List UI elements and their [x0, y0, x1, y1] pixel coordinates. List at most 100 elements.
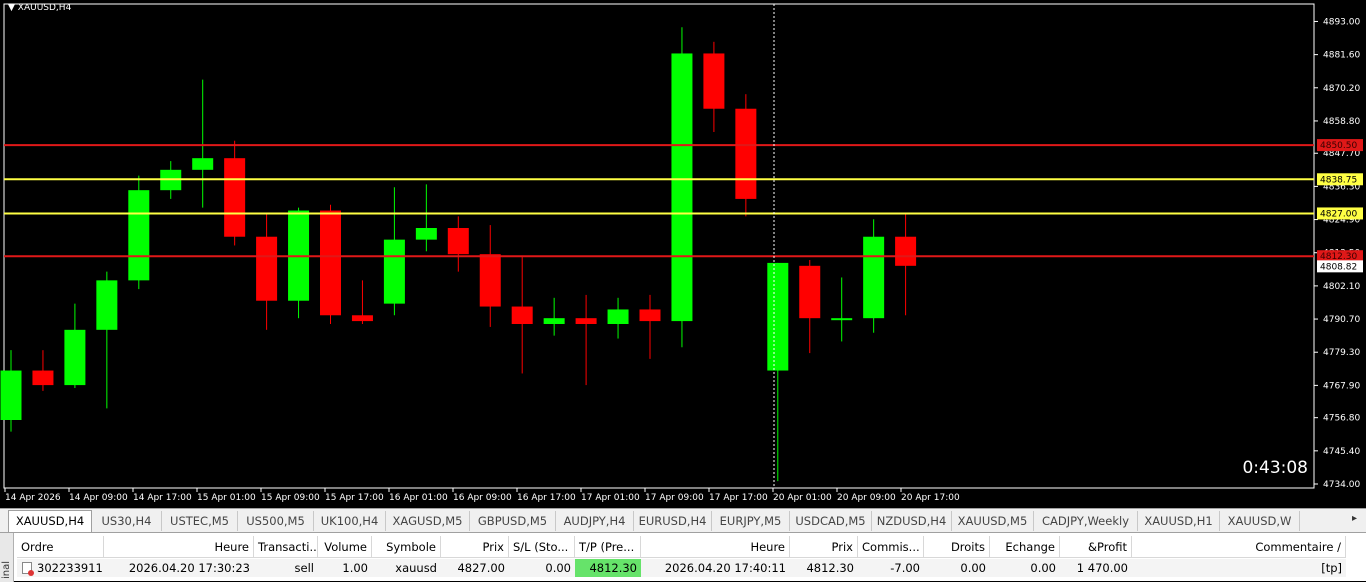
- tab-xauusd-w[interactable]: XAUUSD,W: [1220, 511, 1300, 531]
- tab-gbpusd-m5[interactable]: GBPUSD,M5: [470, 511, 556, 531]
- price-level-label: 4838.75: [1320, 175, 1357, 185]
- y-tick-label: 4790.70: [1323, 315, 1360, 325]
- y-tick-label: 4779.30: [1323, 348, 1360, 358]
- table-cell: 1.00: [318, 559, 372, 577]
- y-tick-label: 4858.80: [1323, 117, 1360, 127]
- column-header[interactable]: Commentaire /: [1132, 536, 1346, 558]
- tab-eurjpy-m5[interactable]: EURJPY,M5: [712, 511, 790, 531]
- x-tick-label: 15 Apr 17:00: [325, 493, 384, 503]
- y-tick-label: 4767.90: [1323, 381, 1360, 391]
- table-cell: 4812.30: [790, 559, 858, 577]
- tab-xauusd-h1[interactable]: XAUUSD,H1: [1138, 511, 1220, 531]
- column-header[interactable]: Volume: [318, 536, 372, 558]
- tab-xagusd-m5[interactable]: XAGUSD,M5: [386, 511, 470, 531]
- x-tick-label: 16 Apr 09:00: [453, 493, 512, 503]
- column-header[interactable]: Ordre: [17, 536, 104, 558]
- table-cell: sell: [254, 559, 318, 577]
- table-cell: -7.00: [858, 559, 924, 577]
- column-header[interactable]: Droits: [924, 536, 990, 558]
- chart-area[interactable]: 4893.00 4881.60 4870.20 4858.80 4847.70 4836.…: [0, 0, 1366, 508]
- column-header[interactable]: Heure: [641, 536, 790, 558]
- tab-nzdusd-h4[interactable]: NZDUSD,H4: [872, 511, 952, 531]
- column-header[interactable]: Commis...: [858, 536, 924, 558]
- table-cell: [tp]: [1132, 559, 1346, 577]
- tab-audjpy-h4[interactable]: AUDJPY,H4: [556, 511, 634, 531]
- bear-candle: [735, 108, 757, 199]
- bear-candle: [256, 236, 278, 301]
- column-header[interactable]: Transacti...: [254, 536, 318, 558]
- y-tick-label: 4881.60: [1323, 51, 1360, 61]
- column-header[interactable]: Symbole: [372, 536, 441, 558]
- x-tick-label: 20 Apr 09:00: [837, 493, 896, 503]
- bull-candle: [64, 329, 86, 386]
- bear-candle: [575, 318, 597, 324]
- collapse-triangle-icon[interactable]: ▼: [8, 3, 15, 13]
- candle-countdown: 0:43:08: [1242, 458, 1308, 478]
- price-chart[interactable]: 4893.004881.604870.204858.804847.704836.…: [0, 0, 1366, 508]
- y-tick-label: 4870.20: [1323, 84, 1360, 94]
- table-cell: 0.00: [990, 559, 1060, 577]
- column-header[interactable]: Prix: [441, 536, 509, 558]
- tab-cadjpy-weekly[interactable]: CADJPY,Weekly: [1034, 511, 1138, 531]
- bull-candle: [383, 239, 405, 304]
- bear-candle: [799, 265, 821, 319]
- bear-candle: [703, 53, 725, 109]
- tab-eurusd-h4[interactable]: EURUSD,H4: [634, 511, 712, 531]
- bear-candle: [447, 228, 469, 255]
- table-cell: 0.00: [924, 559, 990, 577]
- tabs-scroll-right-icon[interactable]: ▸: [1352, 513, 1364, 529]
- bull-candle: [671, 53, 693, 322]
- y-tick-label: 4745.40: [1323, 447, 1360, 457]
- column-header[interactable]: Heure: [104, 536, 254, 558]
- tab-ustec-m5[interactable]: USTEC,M5: [162, 511, 238, 531]
- table-cell: 2026.04.20 17:40:11: [641, 559, 790, 577]
- bear-candle: [639, 309, 661, 322]
- x-tick-label: 17 Apr 01:00: [581, 493, 640, 503]
- table-cell: xauusd: [372, 559, 441, 577]
- bull-candle: [128, 190, 150, 281]
- x-tick-label: 14 Apr 17:00: [133, 493, 192, 503]
- y-tick-label: 4756.80: [1323, 414, 1360, 424]
- column-header[interactable]: &Profit: [1060, 536, 1132, 558]
- x-tick-label: 14 Apr 2026: [5, 493, 61, 503]
- tab-xauusd-h4[interactable]: XAUUSD,H4: [8, 510, 92, 532]
- x-tick-label: 17 Apr 17:00: [709, 493, 768, 503]
- bull-candle: [767, 262, 789, 371]
- y-tick-label: 4802.10: [1323, 282, 1360, 292]
- tab-uk100-h4[interactable]: UK100,H4: [314, 511, 386, 531]
- price-level-label: 4827.00: [1320, 209, 1357, 219]
- y-tick-label: 4893.00: [1323, 17, 1360, 27]
- table-cell: 0.00: [509, 559, 575, 577]
- x-tick-label: 17 Apr 09:00: [645, 493, 704, 503]
- bull-candle: [543, 318, 565, 324]
- table-cell: 1 470.00: [1060, 559, 1132, 577]
- tab-us500-m5[interactable]: US500,M5: [238, 511, 314, 531]
- x-tick-label: 14 Apr 09:00: [69, 493, 128, 503]
- bull-candle: [831, 318, 853, 321]
- chart-title: ▼ XAUUSD,H4: [8, 3, 71, 13]
- chart-tabs-bar: XAUUSD,H4 US30,H4 USTEC,M5 US500,M5 UK100,H4…: [0, 508, 1366, 532]
- y-tick-label: 4734.00: [1323, 480, 1360, 490]
- tab-us30-h4[interactable]: US30,H4: [92, 511, 162, 531]
- tab-xauusd-m5[interactable]: XAUUSD,M5: [952, 511, 1034, 531]
- bear-candle: [32, 370, 54, 386]
- column-header[interactable]: S/L (Sto...: [509, 536, 575, 558]
- order-icon: [22, 562, 34, 576]
- chart-symbol-label: XAUUSD,H4: [17, 3, 72, 13]
- column-header[interactable]: T/P (Pre...: [575, 536, 641, 558]
- column-header[interactable]: Prix: [790, 536, 858, 558]
- column-header[interactable]: Echange: [990, 536, 1060, 558]
- bear-candle: [224, 158, 246, 237]
- bull-candle: [96, 280, 118, 330]
- bear-candle: [895, 236, 917, 266]
- x-tick-label: 20 Apr 01:00: [773, 493, 832, 503]
- x-tick-label: 16 Apr 17:00: [517, 493, 576, 503]
- tab-usdcad-m5[interactable]: USDCAD,M5: [790, 511, 872, 531]
- x-tick-label: 16 Apr 01:00: [389, 493, 448, 503]
- x-tick-label: 15 Apr 09:00: [261, 493, 320, 503]
- x-tick-label: 20 Apr 17:00: [901, 493, 960, 503]
- bear-candle: [320, 210, 341, 316]
- bear-candle: [479, 254, 501, 307]
- bear-candle: [511, 306, 533, 324]
- bull-candle: [0, 370, 22, 420]
